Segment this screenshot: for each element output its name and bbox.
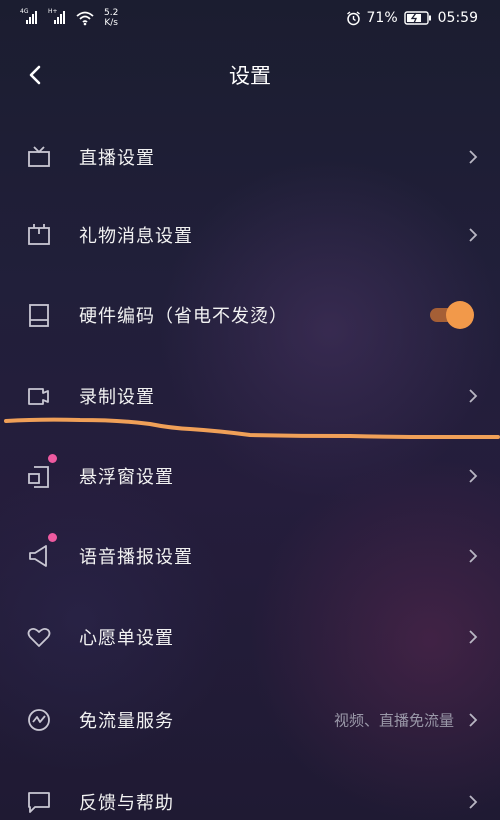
status-bar: 4G H+ 5.2 K/s 71% 05:59 (0, 0, 500, 40)
settings-item-label: 反馈与帮助 (79, 793, 174, 814)
settings-item-wishlist[interactable]: 心愿单设置 (0, 607, 500, 667)
wifi-icon (76, 11, 94, 26)
speaker-icon (26, 543, 52, 569)
status-left: 4G H+ 5.2 K/s (20, 8, 118, 28)
gift-box-icon (26, 222, 52, 248)
cell-signal-icon: H+ (48, 8, 70, 26)
settings-item-floating-window[interactable]: 悬浮窗设置 (0, 446, 500, 506)
chevron-right-icon (469, 228, 478, 242)
data-wave-icon (26, 707, 52, 733)
header: 设置 (0, 50, 500, 100)
chat-icon (26, 789, 52, 815)
cell-signal-icon: 4G (20, 8, 42, 26)
settings-item-label: 录制设置 (79, 387, 155, 408)
chevron-right-icon (469, 713, 478, 727)
settings-item-live[interactable]: 直播设置 (0, 127, 500, 187)
chevron-right-icon (469, 549, 478, 563)
settings-item-label: 硬件编码（省电不发烫） (79, 306, 288, 327)
network-speed-value: 5.2 (104, 8, 119, 18)
heart-icon (26, 624, 52, 650)
hardware-encoding-toggle[interactable] (428, 300, 474, 330)
network-speed: 5.2 K/s (104, 8, 118, 28)
settings-item-feedback-help[interactable]: 反馈与帮助 (0, 772, 500, 820)
settings-screen: 4G H+ 5.2 K/s 71% 05:59 设置 直播设置 礼物消息设置 硬… (0, 0, 500, 820)
free-data-hint: 视频、直播免流量 (333, 711, 454, 730)
settings-item-label: 心愿单设置 (79, 628, 174, 649)
status-right: 71% 05:59 (346, 10, 478, 26)
clock-time: 05:59 (437, 10, 478, 26)
tablet-icon (26, 302, 52, 328)
settings-item-gift-message[interactable]: 礼物消息设置 (0, 205, 500, 265)
page-title: 设置 (229, 64, 271, 88)
floating-window-icon (26, 463, 52, 489)
toggle-knob (446, 301, 474, 329)
chevron-right-icon (469, 150, 478, 164)
settings-item-recording[interactable]: 录制设置 (0, 366, 500, 426)
settings-item-hardware-encoding: 硬件编码（省电不发烫） (0, 285, 500, 345)
chevron-right-icon (469, 469, 478, 483)
chevron-right-icon (469, 795, 478, 809)
chevron-right-icon (469, 389, 478, 403)
settings-item-label: 语音播报设置 (79, 547, 193, 568)
battery-charging-icon (403, 11, 432, 25)
battery-percent: 71% (366, 10, 398, 26)
settings-item-free-data[interactable]: 免流量服务 视频、直播免流量 (0, 690, 500, 750)
tv-icon (26, 144, 52, 170)
chevron-right-icon (469, 630, 478, 644)
camera-record-icon (26, 383, 52, 409)
settings-item-voice-broadcast[interactable]: 语音播报设置 (0, 526, 500, 586)
new-dot-badge (48, 454, 57, 463)
alarm-clock-icon (346, 10, 361, 26)
new-dot-badge (48, 533, 57, 542)
network-speed-unit: K/s (104, 18, 118, 28)
settings-item-label: 礼物消息设置 (79, 226, 193, 247)
settings-item-label: 悬浮窗设置 (79, 467, 174, 488)
settings-item-label: 免流量服务 (79, 711, 174, 732)
settings-item-label: 直播设置 (79, 148, 155, 169)
